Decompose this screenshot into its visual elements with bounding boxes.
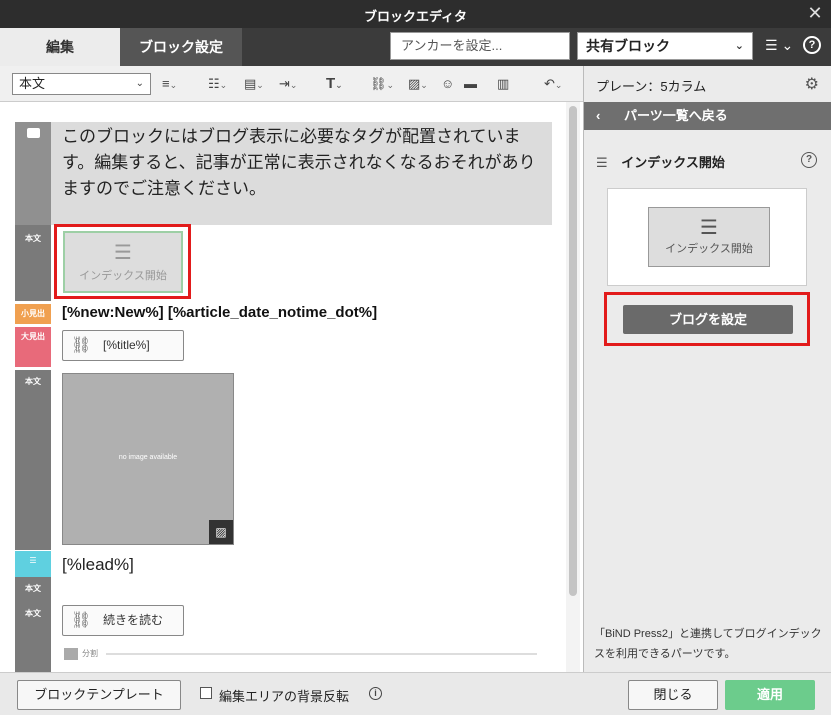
tab-block-settings[interactable]: ブロック設定: [120, 28, 242, 66]
tag-lead: ☰: [15, 551, 51, 577]
help-icon[interactable]: ?: [803, 36, 821, 54]
info-icon[interactable]: i: [369, 687, 382, 700]
bullet-list-icon[interactable]: ☷⌄: [208, 74, 227, 94]
chevron-down-icon: ⌄: [734, 40, 744, 52]
paragraph-style-select[interactable]: 本文 ⌄: [12, 73, 151, 95]
image-icon[interactable]: ▨⌄: [408, 74, 428, 94]
window-title: ブロックエディタ: [363, 9, 468, 24]
undo-icon[interactable]: ↶⌄: [544, 74, 562, 94]
help-icon[interactable]: ?: [801, 152, 817, 168]
text-format-icon[interactable]: T⌄: [326, 74, 343, 94]
index-list-icon: ☰: [596, 155, 608, 170]
meta-line[interactable]: [%new:New%] [%article_date_notime_dot%]: [62, 304, 377, 321]
close-button[interactable]: 閉じる: [628, 680, 718, 710]
part-description: 「BiND Press2」と連携してブログインデックスを利用できるパーツです。: [594, 628, 822, 660]
indent-icon[interactable]: ⇥⌄: [279, 74, 297, 94]
tag-body: 本文: [25, 609, 41, 618]
tag-body: 本文: [25, 377, 41, 386]
gear-icon[interactable]: ⚙: [805, 74, 819, 94]
index-list-icon: ☰: [700, 217, 718, 239]
back-to-parts-button[interactable]: ‹ パーツ一覧へ戻る: [584, 102, 831, 130]
index-list-icon: ☰: [114, 242, 132, 264]
align-icon[interactable]: ≡⌄: [162, 74, 177, 94]
tag-large-heading: 大見出: [15, 327, 51, 367]
split-label: 分割: [82, 649, 98, 658]
index-part-highlight[interactable]: ☰ インデックス開始: [54, 224, 191, 299]
apply-button[interactable]: 適用: [725, 680, 815, 710]
split-divider[interactable]: 分割: [62, 646, 537, 662]
title-link-button[interactable]: ⛓ [%title%]: [62, 330, 184, 361]
back-label: パーツ一覧へ戻る: [624, 108, 728, 123]
shared-block-select[interactable]: 共有ブロック ⌄: [577, 32, 753, 60]
part-preview: ☰ インデックス開始: [607, 188, 807, 286]
preview-label: インデックス開始: [665, 243, 753, 255]
horizontal-rule-icon[interactable]: ▬: [464, 74, 477, 94]
window-titlebar: ブロックエディタ ✕: [0, 0, 831, 28]
index-start-label: インデックス開始: [79, 270, 167, 282]
block-strip-image: [15, 370, 51, 550]
right-panel: プレーン：5カラム ⚙ ‹ パーツ一覧へ戻る ☰ インデックス開始 ? ☰ イン…: [583, 66, 831, 672]
link-icon: ⛓: [71, 612, 92, 629]
column-icon[interactable]: ▥: [497, 74, 509, 94]
chevron-left-icon: ‹: [596, 108, 601, 123]
part-name: インデックス開始: [621, 155, 725, 170]
readmore-link-text: 続きを読む: [103, 613, 164, 627]
notice-text: このブロックにはブログ表示に必要なタグが配置されています。編集すると、記事が正常…: [62, 127, 536, 198]
plane-label: プレーン：5カラム: [596, 79, 707, 94]
tabs-bar: 編集 ブロック設定 アンカーを設定... 共有ブロック ⌄ ☰ ⌄ ?: [0, 28, 831, 66]
split-icon: [64, 648, 78, 660]
bg-invert-label: 編集エリアの背景反転: [219, 689, 350, 704]
link-icon[interactable]: ⛓⌄: [370, 74, 394, 94]
tag-body: 本文: [25, 584, 41, 593]
numbered-list-icon[interactable]: ▤⌄: [244, 74, 264, 94]
tab-edit[interactable]: 編集: [0, 28, 120, 66]
editor-area[interactable]: このブロックにはブログ表示に必要なタグが配置されています。編集すると、記事が正常…: [0, 102, 583, 672]
index-start-part[interactable]: ☰ インデックス開始: [63, 231, 183, 293]
blog-settings-highlight: ブログを設定: [604, 292, 810, 346]
scrollbar-thumb[interactable]: [569, 106, 577, 596]
link-icon: ⛓: [71, 337, 92, 354]
bg-invert-checkbox[interactable]: [200, 687, 212, 699]
image-placeholder[interactable]: no image available ▨: [62, 373, 234, 545]
emoji-icon[interactable]: ☺: [441, 74, 454, 94]
part-header: ☰ インデックス開始: [596, 152, 725, 171]
block-template-button[interactable]: ブロックテンプレート: [17, 680, 181, 710]
chevron-down-icon: ⌄: [135, 78, 144, 89]
anchor-input[interactable]: アンカーを設定...: [390, 32, 570, 60]
shared-block-value: 共有ブロック: [586, 38, 670, 54]
close-icon[interactable]: ✕: [805, 3, 825, 23]
tag-small-heading: 小見出: [15, 304, 51, 324]
blog-settings-button[interactable]: ブログを設定: [623, 305, 793, 334]
readmore-link-button[interactable]: ⛓ 続きを読む: [62, 605, 184, 636]
notice-strip: [15, 122, 51, 225]
image-icon[interactable]: ▨: [209, 520, 233, 544]
title-link-text: [%title%]: [103, 338, 150, 352]
noimage-text: no image available: [118, 454, 178, 461]
notice-box: このブロックにはブログ表示に必要なタグが配置されています。編集すると、記事が正常…: [15, 122, 552, 225]
tag-body: 本文: [25, 234, 41, 243]
editor-toolbar: 本文 ⌄ ≡⌄ ☷⌄ ▤⌄ ⇥⌄ T⌄ ⛓⌄ ▨⌄ ☺ ▬ ▥ ↶⌄: [0, 66, 583, 102]
lead-text[interactable]: [%lead%]: [62, 555, 134, 575]
bottom-bar: ブロックテンプレート 編集エリアの背景反転 i 閉じる 適用: [0, 672, 831, 715]
menu-icon[interactable]: ☰ ⌄: [765, 37, 793, 54]
preview-inner: ☰ インデックス開始: [648, 207, 770, 267]
paragraph-style-value: 本文: [19, 76, 46, 91]
comment-icon: [27, 128, 40, 138]
split-line: [106, 653, 537, 655]
